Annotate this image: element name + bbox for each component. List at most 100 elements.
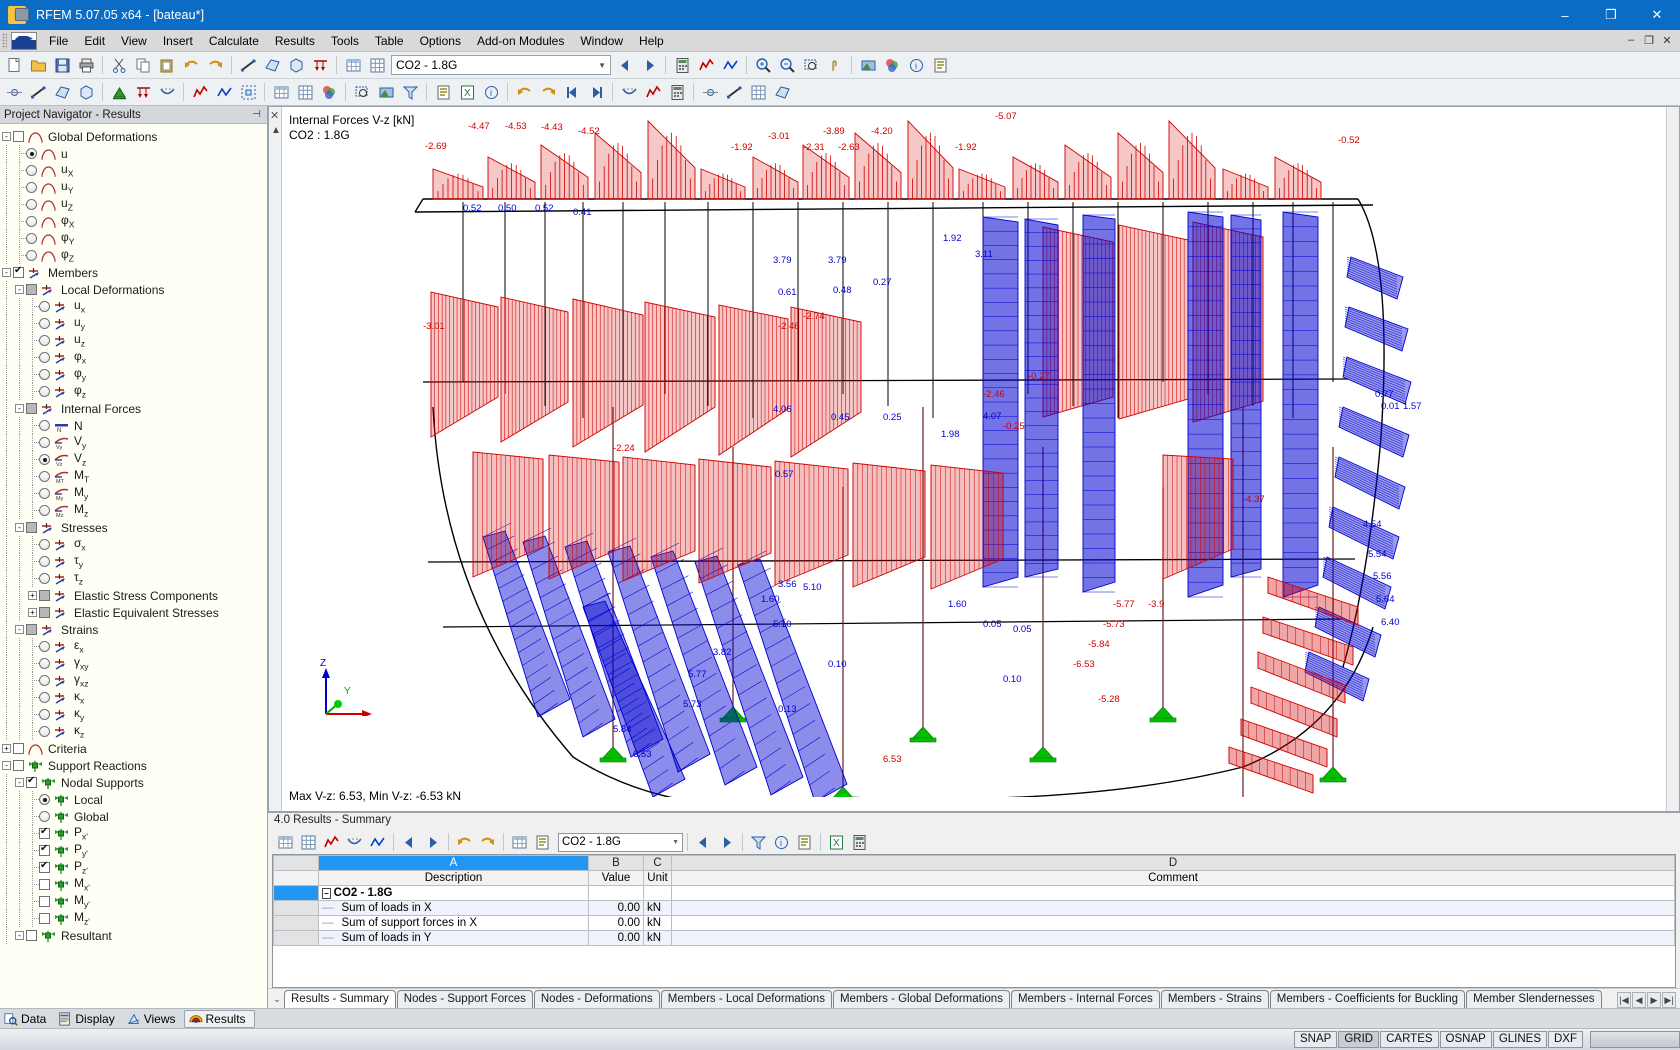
nav-redo-button[interactable] <box>537 81 559 103</box>
tree-radio[interactable] <box>39 505 50 516</box>
tree-checkbox[interactable] <box>26 522 37 533</box>
menu-calculate[interactable]: Calculate <box>201 32 267 50</box>
tree-expander[interactable]: + <box>26 587 39 604</box>
view-filter-button[interactable] <box>399 81 421 103</box>
tree-radio[interactable] <box>39 352 50 363</box>
tree-item-ux[interactable]: uX <box>0 162 267 179</box>
tree-checkbox[interactable] <box>39 879 50 890</box>
tree-radio[interactable] <box>39 369 50 380</box>
tree-item-y[interactable]: φy <box>0 366 267 383</box>
tree-expander[interactable]: - <box>13 519 26 536</box>
table-row[interactable]: — Sum of support forces in X 0.00 kN <box>273 915 1675 931</box>
snap-surface-button[interactable] <box>771 81 793 103</box>
tree-radio[interactable] <box>26 233 37 244</box>
tabs-first-button[interactable]: |◀ <box>1617 992 1631 1008</box>
results-filter-button[interactable] <box>748 832 769 853</box>
menu-table[interactable]: Table <box>367 32 412 50</box>
redo-button[interactable] <box>204 54 226 76</box>
display-supports-button[interactable] <box>108 81 130 103</box>
zoom-in-button[interactable] <box>752 54 774 76</box>
display-surfaces-button[interactable] <box>51 81 73 103</box>
print-report-button[interactable] <box>432 81 454 103</box>
cell-value[interactable]: 0.00 <box>588 900 644 916</box>
tree-checkbox[interactable] <box>26 624 37 635</box>
tree-item-pz[interactable]: Pz' <box>0 859 267 876</box>
results-tab-member-slendernesses[interactable]: Member Slendernesses <box>1466 990 1602 1008</box>
tree-radio[interactable] <box>39 437 50 448</box>
chevron-down-icon[interactable]: ▼ <box>672 839 679 846</box>
render-button[interactable] <box>857 54 879 76</box>
menu-addon-modules[interactable]: Add-on Modules <box>469 32 572 50</box>
tree-item-internal-forces[interactable]: - Internal Forces <box>0 400 267 417</box>
status-toggle-dxf[interactable]: DXF <box>1548 1031 1583 1048</box>
zoom-window-button[interactable] <box>800 54 822 76</box>
corner-cell[interactable] <box>273 855 319 871</box>
results-tab-members-strains[interactable]: Members - Strains <box>1160 990 1269 1008</box>
results-tab-members-coefficients-for-buckling[interactable]: Members - Coefficients for Buckling <box>1269 990 1466 1008</box>
menu-tools[interactable]: Tools <box>323 32 367 50</box>
tree-item-mz[interactable]: Mz' <box>0 910 267 927</box>
tree-expander[interactable]: - <box>0 128 13 145</box>
prev-load-case-button[interactable] <box>614 54 636 76</box>
snap-member-button[interactable] <box>723 81 745 103</box>
tree-item-mz[interactable]: Mz Mz <box>0 502 267 519</box>
grid-button[interactable] <box>366 54 388 76</box>
menu-results[interactable]: Results <box>267 32 323 50</box>
tree-radio[interactable] <box>39 556 50 567</box>
table-row-header[interactable] <box>273 900 319 916</box>
table-row[interactable]: — Sum of loads in X 0.00 kN <box>273 900 1675 916</box>
snap-node-button[interactable] <box>699 81 721 103</box>
tree-checkbox[interactable] <box>39 913 50 924</box>
results-tab-members-global-deformations[interactable]: Members - Global Deformations <box>832 990 1010 1008</box>
tree-radio[interactable] <box>26 199 37 210</box>
menu-file[interactable]: File <box>41 32 76 50</box>
open-button[interactable] <box>27 54 49 76</box>
cell-comment[interactable] <box>671 885 1675 901</box>
results-load-case-combo[interactable]: CO2 - 1.8G ▼ <box>558 832 683 852</box>
display-solids-button[interactable] <box>75 81 97 103</box>
nav-undo-button[interactable] <box>513 81 535 103</box>
table-undo-button[interactable] <box>454 832 475 853</box>
tree-radio[interactable] <box>39 471 50 482</box>
col-letter-b[interactable]: B <box>588 855 644 871</box>
tree-expander[interactable]: - <box>0 264 13 281</box>
group-collapse-icon[interactable]: − <box>322 888 331 899</box>
tree-item-z[interactable]: κz <box>0 723 267 740</box>
results-excel-export-button[interactable]: X <box>826 832 847 853</box>
display-members-button[interactable] <box>27 81 49 103</box>
cell-comment[interactable] <box>671 915 1675 931</box>
tree-checkbox[interactable] <box>39 607 50 618</box>
tree-expander[interactable]: - <box>0 757 13 774</box>
tree-expander[interactable]: - <box>13 621 26 638</box>
results-calculator-button[interactable] <box>849 832 870 853</box>
results-tab-members-internal-forces[interactable]: Members - Internal Forces <box>1010 990 1160 1008</box>
tree-item-uz[interactable]: uz <box>0 332 267 349</box>
tree-item-py[interactable]: Py' <box>0 842 267 859</box>
printout-button[interactable] <box>929 54 951 76</box>
menu-grip[interactable] <box>2 32 7 49</box>
tree-checkbox[interactable] <box>39 590 50 601</box>
tree-expander[interactable]: - <box>13 400 26 417</box>
cell-unit[interactable]: kN <box>643 915 672 931</box>
tree-radio[interactable] <box>26 182 37 193</box>
tree-item-global-deformations[interactable]: - Global Deformations <box>0 128 267 145</box>
bottom-tab-results[interactable]: Results <box>183 1009 255 1028</box>
result-diagram-button[interactable] <box>189 81 211 103</box>
status-toggle-osnap[interactable]: OSNAP <box>1439 1031 1492 1048</box>
table-move-left-button[interactable] <box>399 832 420 853</box>
tree-item-my[interactable]: My' <box>0 893 267 910</box>
table-filter-rows-button[interactable] <box>321 832 342 853</box>
tree-item-u[interactable]: u <box>0 145 267 162</box>
tree-checkbox[interactable] <box>13 743 24 754</box>
info-button[interactable]: i <box>905 54 927 76</box>
tree-checkbox[interactable] <box>13 131 24 142</box>
tree-item-elastic-stress-components[interactable]: + Elastic Stress Components <box>0 587 267 604</box>
tree-item-members[interactable]: - Members <box>0 264 267 281</box>
results-printout-button[interactable] <box>794 832 815 853</box>
table-row-header[interactable] <box>273 885 319 901</box>
tree-checkbox[interactable] <box>26 930 37 941</box>
export-excel-button[interactable]: X <box>456 81 478 103</box>
tree-item-criteria[interactable]: + Criteria <box>0 740 267 757</box>
tree-item-x[interactable]: φX <box>0 213 267 230</box>
minimize-button[interactable]: – <box>1542 0 1588 30</box>
